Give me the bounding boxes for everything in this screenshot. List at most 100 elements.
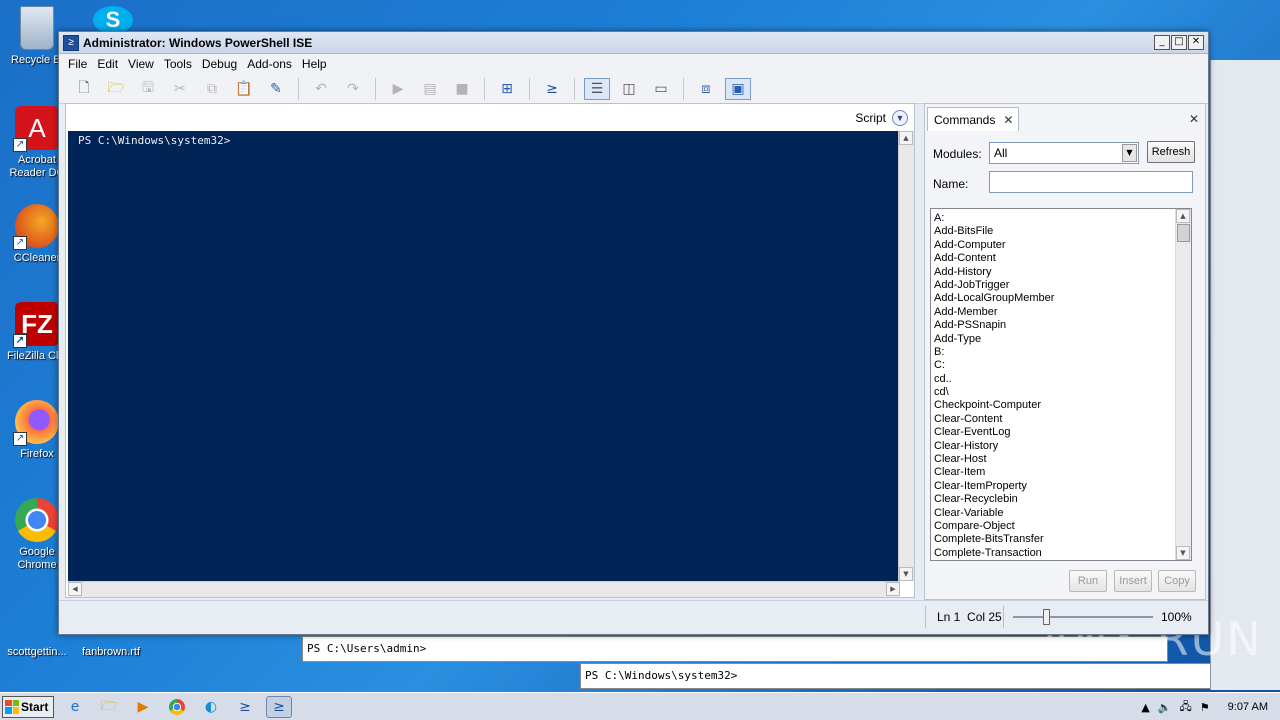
command-item[interactable]: cd\ xyxy=(934,386,1191,399)
desktop-icon-file[interactable]: scottgettin... xyxy=(0,646,74,659)
command-item[interactable]: Add-LocalGroupMember xyxy=(934,292,1191,305)
copy-button[interactable]: Copy xyxy=(1158,570,1196,592)
scroll-thumb[interactable] xyxy=(1177,224,1190,242)
desktop-icon-rtf[interactable]: fanbrown.rtf xyxy=(74,646,148,659)
refresh-button[interactable]: Refresh xyxy=(1147,141,1195,163)
zoom-slider-thumb[interactable] xyxy=(1043,609,1050,625)
command-item[interactable]: Complete-BitsTransfer xyxy=(934,533,1191,546)
start-button[interactable]: Start xyxy=(2,695,54,718)
run-button[interactable]: Run xyxy=(1069,570,1107,592)
close-icon[interactable]: ✕ xyxy=(1003,113,1013,127)
background-console-1[interactable]: PS C:\Users\admin> xyxy=(302,636,1168,662)
title-bar[interactable]: ≥ Administrator: Windows PowerShell ISE … xyxy=(59,32,1208,54)
chevron-down-icon[interactable]: ▼ xyxy=(892,109,908,126)
menu-addons[interactable]: Add-ons xyxy=(242,57,297,71)
tab-commands[interactable]: Commands ✕ xyxy=(927,107,1019,131)
run-selection-icon[interactable]: ▤ xyxy=(417,78,443,100)
maximize-button[interactable]: □ xyxy=(1171,35,1187,50)
layout-max-icon[interactable]: ▭ xyxy=(648,78,674,100)
modules-select[interactable]: All ▼ xyxy=(989,142,1139,164)
network-icon[interactable]: 🖧 xyxy=(1180,698,1192,717)
command-item[interactable]: B: xyxy=(934,346,1191,359)
menu-view[interactable]: View xyxy=(123,57,159,71)
chrome-icon[interactable] xyxy=(164,696,190,718)
vertical-scrollbar[interactable]: ▲ ▼ xyxy=(898,131,914,581)
command-item[interactable]: Add-Member xyxy=(934,306,1191,319)
command-item[interactable]: Add-Content xyxy=(934,252,1191,265)
menu-debug[interactable]: Debug xyxy=(197,57,242,71)
powershell-icon[interactable]: ≥ xyxy=(539,78,565,100)
command-item[interactable]: Clear-History xyxy=(934,440,1191,453)
command-item[interactable]: Clear-ItemProperty xyxy=(934,480,1191,493)
layout-top-icon[interactable]: ☰ xyxy=(584,77,610,100)
zoom-slider[interactable] xyxy=(1013,616,1153,618)
command-item[interactable]: Clear-Recyclebin xyxy=(934,493,1191,506)
background-console-2[interactable]: PS C:\Windows\system32> xyxy=(580,663,1280,689)
stop-icon[interactable]: ■ xyxy=(449,78,475,100)
menu-edit[interactable]: Edit xyxy=(92,57,123,71)
media-player-icon[interactable]: ▶ xyxy=(130,696,156,718)
show-commands-icon[interactable]: ▣ xyxy=(725,77,751,100)
commands-list[interactable]: A: Add-BitsFile Add-Computer Add-Content Add… xyxy=(930,208,1192,561)
save-icon[interactable]: 🖫 xyxy=(135,78,161,100)
command-item[interactable]: A: xyxy=(934,212,1191,225)
command-item[interactable]: Complete-Transaction xyxy=(934,547,1191,560)
close-icon[interactable]: ✕ xyxy=(1189,112,1199,126)
commands-scrollbar[interactable]: ▲ ▼ xyxy=(1175,209,1191,560)
powershell-ise-taskbar-icon[interactable]: ≥ xyxy=(266,695,292,718)
command-item[interactable]: Clear-Host xyxy=(934,453,1191,466)
background-window[interactable] xyxy=(1210,60,1280,690)
close-button[interactable]: ✕ xyxy=(1188,35,1204,50)
scroll-up-icon[interactable]: ▲ xyxy=(1176,209,1190,223)
command-item[interactable]: Add-Type xyxy=(934,333,1191,346)
command-item[interactable]: Clear-EventLog xyxy=(934,426,1191,439)
command-item[interactable]: Add-BitsFile xyxy=(934,225,1191,238)
layout-right-icon[interactable]: ◫ xyxy=(616,78,642,100)
volume-icon[interactable]: 🔈 xyxy=(1158,701,1172,714)
chevron-up-icon[interactable]: ▲ xyxy=(1141,701,1149,714)
menu-help[interactable]: Help xyxy=(297,57,332,71)
copy-icon[interactable]: ⧉ xyxy=(199,78,225,100)
insert-button[interactable]: Insert xyxy=(1114,570,1152,592)
command-item[interactable]: Add-Computer xyxy=(934,239,1191,252)
remote-icon[interactable]: ⊞ xyxy=(494,78,520,100)
console-output[interactable]: PS C:\Windows\system32> xyxy=(68,131,900,581)
command-item[interactable]: Add-JobTrigger xyxy=(934,279,1191,292)
command-item[interactable]: Add-PSSnapin xyxy=(934,319,1191,332)
script-label[interactable]: Script xyxy=(855,111,886,125)
ie-icon[interactable]: e xyxy=(62,696,88,718)
open-icon[interactable]: 🗁 xyxy=(103,78,129,100)
cut-icon[interactable]: ✂ xyxy=(167,78,193,100)
name-input[interactable] xyxy=(989,171,1193,193)
command-item[interactable]: Clear-Variable xyxy=(934,507,1191,520)
undo-icon[interactable]: ↶ xyxy=(308,78,334,100)
new-icon[interactable]: 🗋 xyxy=(71,78,97,100)
command-item[interactable]: Clear-Item xyxy=(934,466,1191,479)
scroll-down-icon[interactable]: ▼ xyxy=(899,567,913,581)
command-item[interactable]: Add-History xyxy=(934,266,1191,279)
run-icon[interactable]: ▶ xyxy=(385,78,411,100)
command-item[interactable]: cd.. xyxy=(934,373,1191,386)
clear-icon[interactable]: ✎ xyxy=(263,78,289,100)
powershell-taskbar-icon[interactable]: ≥ xyxy=(232,696,258,718)
scroll-down-icon[interactable]: ▼ xyxy=(1176,546,1190,560)
scroll-up-icon[interactable]: ▲ xyxy=(899,131,913,145)
explorer-icon[interactable]: 🗁 xyxy=(96,696,122,718)
command-item[interactable]: Clear-Content xyxy=(934,413,1191,426)
command-item[interactable]: Checkpoint-Computer xyxy=(934,399,1191,412)
paste-icon[interactable]: 📋 xyxy=(231,78,257,100)
scroll-right-icon[interactable]: ▶ xyxy=(886,582,900,596)
menu-file[interactable]: File xyxy=(63,57,92,71)
minimize-button[interactable]: _ xyxy=(1154,35,1170,50)
horizontal-scrollbar[interactable]: ◀ ▶ xyxy=(68,581,900,597)
menu-tools[interactable]: Tools xyxy=(159,57,197,71)
flag-icon[interactable]: ⚑ xyxy=(1200,701,1210,714)
edge-icon[interactable]: ◐ xyxy=(198,696,224,718)
command-item[interactable]: Compress-Archive xyxy=(934,560,1191,561)
command-item[interactable]: Compare-Object xyxy=(934,520,1191,533)
show-script-icon[interactable]: ⧈ xyxy=(693,78,719,100)
scroll-left-icon[interactable]: ◀ xyxy=(68,582,82,596)
redo-icon[interactable]: ↷ xyxy=(340,78,366,100)
command-item[interactable]: C: xyxy=(934,359,1191,372)
chevron-down-icon[interactable]: ▼ xyxy=(1122,144,1137,162)
